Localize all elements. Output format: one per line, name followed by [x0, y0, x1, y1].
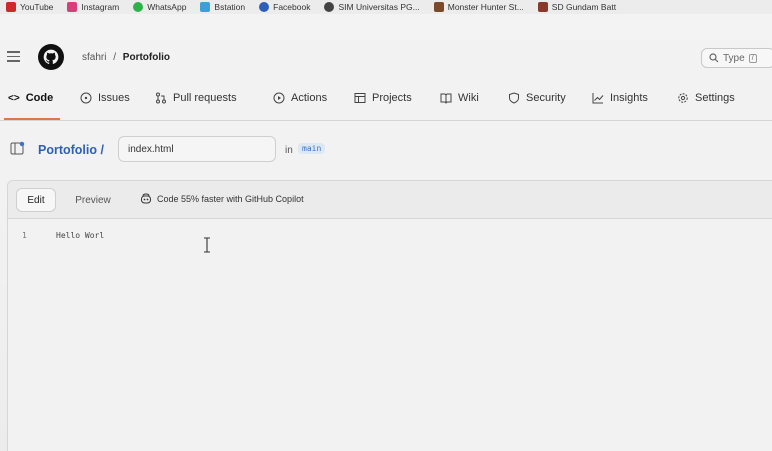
menu-icon[interactable]	[7, 51, 20, 62]
bookmark-youtube[interactable]: YouTube	[6, 2, 53, 12]
repo-nav: <> Code Issues Pull requests Actions Pro…	[0, 88, 772, 114]
tab-settings[interactable]: Settings	[677, 92, 735, 104]
bstation-icon	[200, 2, 211, 12]
instagram-icon	[67, 2, 78, 12]
in-label: in	[285, 145, 293, 156]
filename-value: index.html	[128, 143, 174, 155]
bookmark-facebook[interactable]: Facebook	[259, 2, 310, 12]
tab-wiki[interactable]: Wiki	[440, 92, 479, 104]
code-line[interactable]: 1 Hello Worl	[8, 229, 772, 243]
tab-label: Code	[25, 92, 54, 104]
bookmark-whatsapp[interactable]: WhatsApp	[133, 2, 186, 12]
play-icon	[273, 92, 285, 104]
breadcrumb-repo-link[interactable]: Portofolio /	[38, 143, 104, 157]
preview-label: Preview	[75, 194, 111, 206]
bookmark-bstation[interactable]: Bstation	[200, 2, 245, 12]
repo-path: sfahri / Portofolio	[82, 52, 170, 63]
table-icon	[354, 93, 366, 103]
bookmark-monster-hunter[interactable]: Monster Hunter St...	[433, 2, 524, 12]
repo-link[interactable]: Portofolio	[123, 52, 170, 63]
tab-projects[interactable]: Projects	[354, 92, 412, 104]
search-placeholder: Type	[723, 52, 745, 64]
shield-icon	[509, 92, 519, 104]
edit-label: Edit	[27, 194, 45, 206]
preview-tab-button[interactable]: Preview	[68, 188, 118, 212]
bookmark-label: Instagram	[81, 2, 120, 12]
repo-sidebar-icon[interactable]	[10, 141, 25, 156]
branch-badge[interactable]: main	[298, 143, 326, 154]
facebook-icon	[259, 2, 270, 12]
issue-icon	[80, 92, 92, 104]
browser-page: YouTube Instagram WhatsApp Bstation Face…	[0, 0, 772, 451]
tab-insights[interactable]: Insights	[592, 92, 648, 104]
tab-label: Issues	[98, 92, 130, 104]
globe-icon	[324, 2, 335, 12]
bookmark-instagram[interactable]: Instagram	[67, 2, 119, 12]
bookmark-label: Monster Hunter St...	[447, 2, 524, 12]
bookmarks-bar: YouTube Instagram WhatsApp Bstation Face…	[0, 0, 772, 14]
repo-header: sfahri / Portofolio Type /	[0, 36, 772, 76]
tab-label: Actions	[291, 92, 328, 104]
bookmark-label: WhatsApp	[147, 2, 187, 12]
youtube-icon	[6, 2, 16, 12]
book-icon	[440, 93, 452, 104]
path-separator: /	[113, 52, 117, 63]
tab-label: Pull requests	[173, 92, 237, 104]
whatsapp-icon	[133, 2, 144, 12]
text-cursor-icon	[204, 237, 210, 253]
line-number: 1	[22, 231, 27, 240]
owner-link[interactable]: sfahri	[82, 52, 106, 63]
file-breadcrumb: Portofolio / index.html in main	[0, 136, 772, 166]
copilot-promo-link[interactable]: Code 55% faster with GitHub Copilot	[140, 193, 304, 205]
tab-security[interactable]: Security	[508, 92, 566, 104]
copilot-text: Code 55% faster with GitHub Copilot	[157, 194, 304, 204]
tab-label: Settings	[695, 92, 735, 104]
bookmark-label: Facebook	[273, 2, 311, 12]
tab-label: Insights	[610, 92, 648, 104]
tab-pull-requests[interactable]: Pull requests	[155, 92, 237, 104]
pull-request-icon	[156, 92, 166, 104]
github-logo-icon[interactable]	[38, 44, 64, 70]
bookmark-label: SIM Universitas PG...	[338, 2, 420, 12]
bookmark-label: Bstation	[214, 2, 246, 12]
bookmark-label: SD Gundam Batt	[551, 2, 617, 12]
tab-label: Security	[526, 92, 566, 104]
tab-code[interactable]: <> Code	[8, 92, 53, 104]
filename-input[interactable]: index.html	[118, 136, 276, 162]
tab-label: Projects	[372, 92, 412, 104]
monster-hunter-icon	[433, 2, 444, 12]
nav-divider	[0, 120, 772, 121]
tab-issues[interactable]: Issues	[80, 92, 130, 104]
tab-actions[interactable]: Actions	[273, 92, 327, 104]
bookmark-sim-universitas[interactable]: SIM Universitas PG...	[324, 2, 420, 12]
editor-toolbar: Edit Preview Code 55% faster with GitHub…	[8, 181, 772, 219]
tab-label: Wiki	[458, 92, 479, 104]
bookmark-gundam[interactable]: SD Gundam Batt	[537, 2, 617, 12]
bookmark-label: YouTube	[20, 2, 54, 12]
gear-icon	[678, 93, 688, 103]
slash-key-icon: /	[748, 53, 757, 63]
code-editor: Edit Preview Code 55% faster with GitHub…	[7, 180, 772, 451]
gundam-icon	[537, 2, 548, 12]
search-input[interactable]: Type /	[701, 48, 772, 68]
edit-tab-button[interactable]: Edit	[16, 188, 56, 212]
copilot-icon	[141, 193, 151, 204]
line-text: Hello Worl	[56, 231, 105, 240]
graph-icon	[592, 93, 604, 104]
search-icon	[709, 53, 719, 63]
code-icon: <>	[8, 92, 20, 104]
